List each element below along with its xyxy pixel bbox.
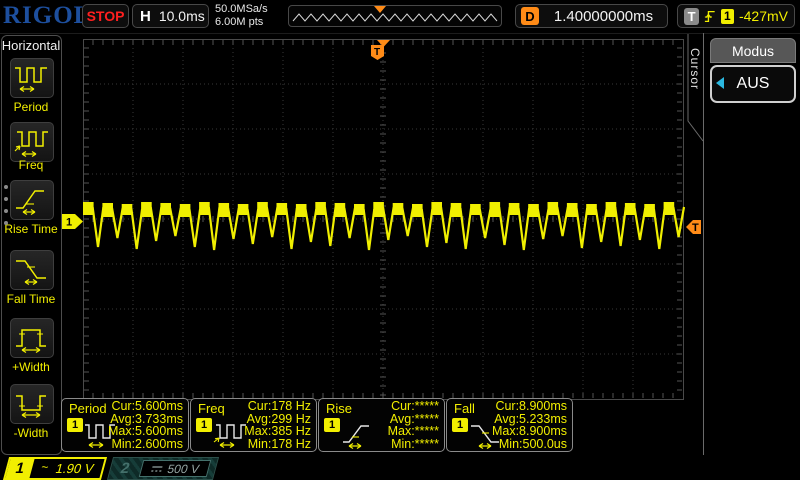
horizontal-timebase-box[interactable]: H 10.0ms [132, 4, 209, 28]
svg-text:T: T [374, 47, 380, 58]
minus-width-icon [16, 395, 46, 419]
sidebar-item-plus-width[interactable] [10, 318, 54, 358]
fall-time-icon [16, 260, 46, 285]
cursor-menu: Modus AUS [710, 38, 796, 103]
acquisition-info: 50.0MSa/s 6.00M pts [215, 3, 268, 29]
cursor-mode-value: AUS [736, 75, 770, 92]
ac-coupling-icon: ~ [39, 459, 51, 474]
measurement-row: Cur:8.900ms [495, 399, 567, 413]
sidebar-label-fall-time: Fall Time [6, 292, 56, 306]
channel-badge: 1 [324, 418, 340, 432]
measurement-title: Freq [198, 401, 225, 416]
rise-icon [343, 425, 369, 449]
rise-time-icon [16, 190, 44, 215]
waveform-display[interactable]: 1 T T [60, 33, 703, 400]
channel-1-badge[interactable]: 1 ~ 1.90 V [2, 457, 108, 480]
measurement-title: Period [69, 401, 107, 416]
trigger-label: T [684, 7, 700, 25]
measurement-freq: Freq 1 Cur:178 Hz Avg:299 Hz Max:385 Hz … [190, 398, 317, 452]
oscilloscope-screen: RIGOL STOP H 10.0ms 50.0MSa/s 6.00M pts … [0, 0, 800, 480]
sidebar-label-minus-width: -Width [13, 426, 49, 440]
plus-width-icon [16, 329, 46, 353]
trigger-level-value: -427mV [738, 8, 788, 24]
top-status-bar: RIGOL STOP H 10.0ms 50.0MSa/s 6.00M pts … [0, 0, 800, 34]
delay-value: 1.40000000ms [553, 7, 654, 25]
measurement-title: Fall [454, 401, 475, 416]
channel-1-scale: 1.90 V [54, 461, 96, 476]
timebase-label: H [140, 7, 151, 25]
channel-badge: 1 [196, 418, 212, 432]
dc-coupling-icon [151, 465, 163, 472]
page-indicator-dot [4, 221, 8, 225]
horizontal-menu-title: Horizontal [1, 38, 61, 53]
freq-icon [14, 131, 48, 157]
trigger-source-badge: 1 [720, 8, 734, 24]
menu-title: Modus [710, 38, 796, 63]
sidebar-item-freq[interactable] [10, 122, 54, 162]
measurement-row: Min:500.0us [498, 437, 567, 452]
channel-2-scale-box: 500 V [138, 460, 212, 477]
channel-2-scale: 500 V [165, 461, 202, 476]
measurement-period: Period 1 Cur:5.600ms Avg:3.733ms Max:5.6… [61, 398, 189, 452]
sidebar-label-period: Period [13, 100, 49, 114]
svg-text:T: T [692, 222, 699, 234]
measurement-row: Cur:***** [391, 399, 439, 413]
channel-badge: 1 [452, 418, 468, 432]
run-stop-status[interactable]: STOP [82, 4, 129, 28]
channel-badge: 1 [67, 418, 83, 432]
measurement-title: Rise [326, 401, 353, 416]
measurement-fall: Fall 1 Cur:8.900ms Avg:5.233ms Max:8.900… [446, 398, 573, 452]
measurement-row: Cur:178 Hz [247, 399, 311, 413]
waveform-preview-bar[interactable] [288, 5, 502, 27]
cursor-mode-button[interactable]: AUS [710, 65, 796, 103]
cursor-tab[interactable]: Cursor [688, 48, 702, 90]
svg-text:1: 1 [66, 217, 72, 229]
trigger-box[interactable]: T 1 -427mV [677, 4, 795, 28]
sidebar-label-rise-time: Rise Time [4, 222, 58, 236]
sidebar-item-fall-time[interactable] [10, 250, 54, 290]
channel-2-number: 2 [118, 460, 132, 477]
period-icon [15, 67, 47, 93]
preview-waveform [292, 6, 498, 22]
measurement-row: Min:2.600ms [111, 437, 183, 452]
page-indicator-dot [4, 185, 8, 189]
delay-box[interactable]: D 1.40000000ms [515, 4, 668, 28]
channel-1-number: 1 [5, 459, 35, 478]
rising-edge-icon [704, 10, 715, 22]
left-triangle-icon [716, 77, 724, 89]
measurement-row: Min:178 Hz [247, 437, 311, 452]
sample-rate: 50.0MSa/s [215, 3, 268, 15]
timebase-value: 10.0ms [158, 8, 205, 24]
delay-icon: D [521, 7, 539, 25]
sidebar-item-rise-time[interactable] [10, 180, 54, 220]
measurement-row: Cur:5.600ms [111, 399, 183, 413]
channel-2-badge[interactable]: 2 500 V [106, 457, 220, 480]
page-indicator-dot [4, 209, 8, 213]
page-indicator-dot [4, 197, 8, 201]
sidebar-label-freq: Freq [18, 158, 44, 172]
sidebar-item-minus-width[interactable] [10, 384, 54, 424]
sidebar-label-plus-width: +Width [12, 360, 50, 374]
rigol-logo: RIGOL [3, 2, 92, 29]
measurement-rise: Rise 1 Cur:***** Avg:***** Max:***** Min… [318, 398, 445, 452]
measurement-row: Min:***** [391, 437, 439, 452]
channel-status-bar: 1 ~ 1.90 V 2 500 V [0, 455, 800, 480]
memory-depth: 6.00M pts [215, 16, 264, 28]
sidebar-item-period[interactable] [10, 58, 54, 98]
